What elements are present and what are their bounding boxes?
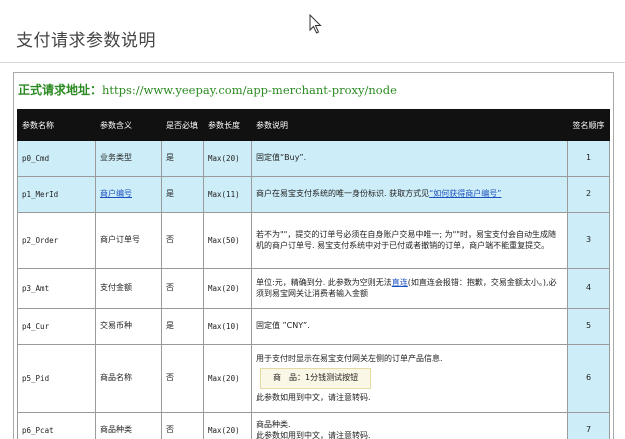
param-sign-order: 6 (567, 344, 610, 413)
merchant-id-link[interactable]: 商户编号 (100, 189, 132, 198)
header-length: 参数长度 (203, 109, 252, 141)
param-meaning: 支付金额 (95, 268, 162, 309)
table-row: p2_Order 商户订单号 否 Max(50) 若不为""，提交的订单号必须在… (17, 212, 610, 269)
header-description: 参数说明 (251, 109, 568, 141)
param-length: Max(20) (203, 412, 252, 439)
param-required: 否 (161, 212, 204, 269)
param-description: 用于支付时显示在易宝支付网关左侧的订单产品信息. 商 品：1分钱测试按钮 此参数… (251, 344, 568, 413)
param-name: p6_Pcat (17, 412, 96, 439)
param-sign-order: 4 (567, 268, 610, 309)
parameters-table: 参数名称 参数含义 是否必填 参数长度 参数说明 签名顺序 p0_Cmd 业务类… (17, 109, 610, 439)
param-description-note: 此参数如用到中文，请注意转码. (256, 430, 371, 439)
param-description: 若不为""，提交的订单号必须在自身账户交易中唯一; 为""时，易宝支付会自动生成… (251, 212, 568, 269)
table-row: p1_MerId 商户编号 是 Max(11) 商户在易宝支付系统的唯一身份标识… (17, 176, 610, 213)
param-name: p4_Cur (17, 308, 96, 345)
param-required: 是 (161, 176, 204, 213)
document-frame: 正式请求地址：https://www.yeepay.com/app-mercha… (13, 72, 614, 439)
title-divider (0, 62, 625, 63)
param-description: 商品种类. 此参数如用到中文，请注意转码. (251, 412, 568, 439)
page-title: 支付请求参数说明 (16, 31, 156, 51)
table-row: p5_Pid 商品名称 否 Max(20) 用于支付时显示在易宝支付网关左侧的订… (17, 344, 610, 413)
product-preview-label: 商 品： (273, 373, 305, 383)
table-row: p0_Cmd 业务类型 是 Max(20) 固定值“Buy”. 1 (17, 140, 610, 177)
product-preview-value: 1分钱测试按钮 (305, 373, 359, 383)
header-required: 是否必填 (161, 109, 204, 141)
table-row: p6_Pcat 商品种类 否 Max(20) 商品种类. 此参数如用到中文，请注… (17, 412, 610, 439)
param-description-text: 单位:元，精确到分. 此参数为空则无法 (256, 278, 392, 288)
param-required: 否 (161, 344, 204, 413)
param-meaning: 商品种类 (95, 412, 162, 439)
param-required: 否 (161, 268, 204, 309)
request-url-value: https://www.yeepay.com/app-merchant-prox… (102, 83, 397, 97)
direct-connect-link[interactable]: 直连 (392, 278, 408, 287)
param-name: p3_Amt (17, 268, 96, 309)
param-meaning: 商户订单号 (95, 212, 162, 269)
header-sign-order: 签名顺序 (567, 109, 610, 141)
param-name: p0_Cmd (17, 140, 96, 177)
param-description-note: 此参数如用到中文，请注意转码. (256, 392, 371, 402)
param-sign-order: 7 (567, 412, 610, 439)
param-meaning: 商品名称 (95, 344, 162, 413)
param-description: 固定值 ”CNY”. (251, 308, 568, 345)
param-description-line: 商品种类. (256, 420, 291, 430)
product-preview-box: 商 品：1分钱测试按钮 (260, 368, 372, 389)
param-meaning: 业务类型 (95, 140, 162, 177)
param-length: Max(11) (203, 176, 252, 213)
param-description: 单位:元，精确到分. 此参数为空则无法直连(如直连会报错：抱歉，交易金额太小。)… (251, 268, 568, 309)
param-description: 商户在易宝支付系统的唯一身份标识. 获取方式见“如何获得商户编号” (251, 176, 568, 213)
param-name: p5_Pid (17, 344, 96, 413)
param-length: Max(50) (203, 212, 252, 269)
param-length: Max(20) (203, 344, 252, 413)
param-sign-order: 5 (567, 308, 610, 345)
param-sign-order: 1 (567, 140, 610, 177)
param-description-line: 用于支付时显示在易宝支付网关左侧的订单产品信息. (256, 353, 443, 363)
request-url-line: 正式请求地址：https://www.yeepay.com/app-mercha… (18, 81, 397, 98)
param-length: Max(20) (203, 140, 252, 177)
param-name: p2_Order (17, 212, 96, 269)
param-sign-order: 3 (567, 212, 610, 269)
param-description-text: 商户在易宝支付系统的唯一身份标识. 获取方式见 (256, 189, 430, 199)
param-meaning-link[interactable]: 商户编号 (95, 176, 162, 213)
request-url-label: 正式请求地址： (18, 83, 103, 97)
param-name: p1_MerId (17, 176, 96, 213)
table-row: p3_Amt 支付金额 否 Max(20) 单位:元，精确到分. 此参数为空则无… (17, 268, 610, 309)
param-meaning: 交易币种 (95, 308, 162, 345)
param-length: Max(10) (203, 308, 252, 345)
param-required: 否 (161, 412, 204, 439)
table-header-row: 参数名称 参数含义 是否必填 参数长度 参数说明 签名顺序 (17, 109, 610, 141)
param-required: 是 (161, 140, 204, 177)
how-to-get-merchant-id-link[interactable]: “如何获得商户编号” (429, 189, 501, 198)
param-sign-order: 2 (567, 176, 610, 213)
param-description: 固定值“Buy”. (251, 140, 568, 177)
table-row: p4_Cur 交易币种 是 Max(10) 固定值 ”CNY”. 5 (17, 308, 610, 345)
header-param-name: 参数名称 (17, 109, 96, 141)
param-required: 是 (161, 308, 204, 345)
mouse-pointer-icon (309, 14, 322, 34)
header-param-meaning: 参数含义 (95, 109, 162, 141)
param-length: Max(20) (203, 268, 252, 309)
